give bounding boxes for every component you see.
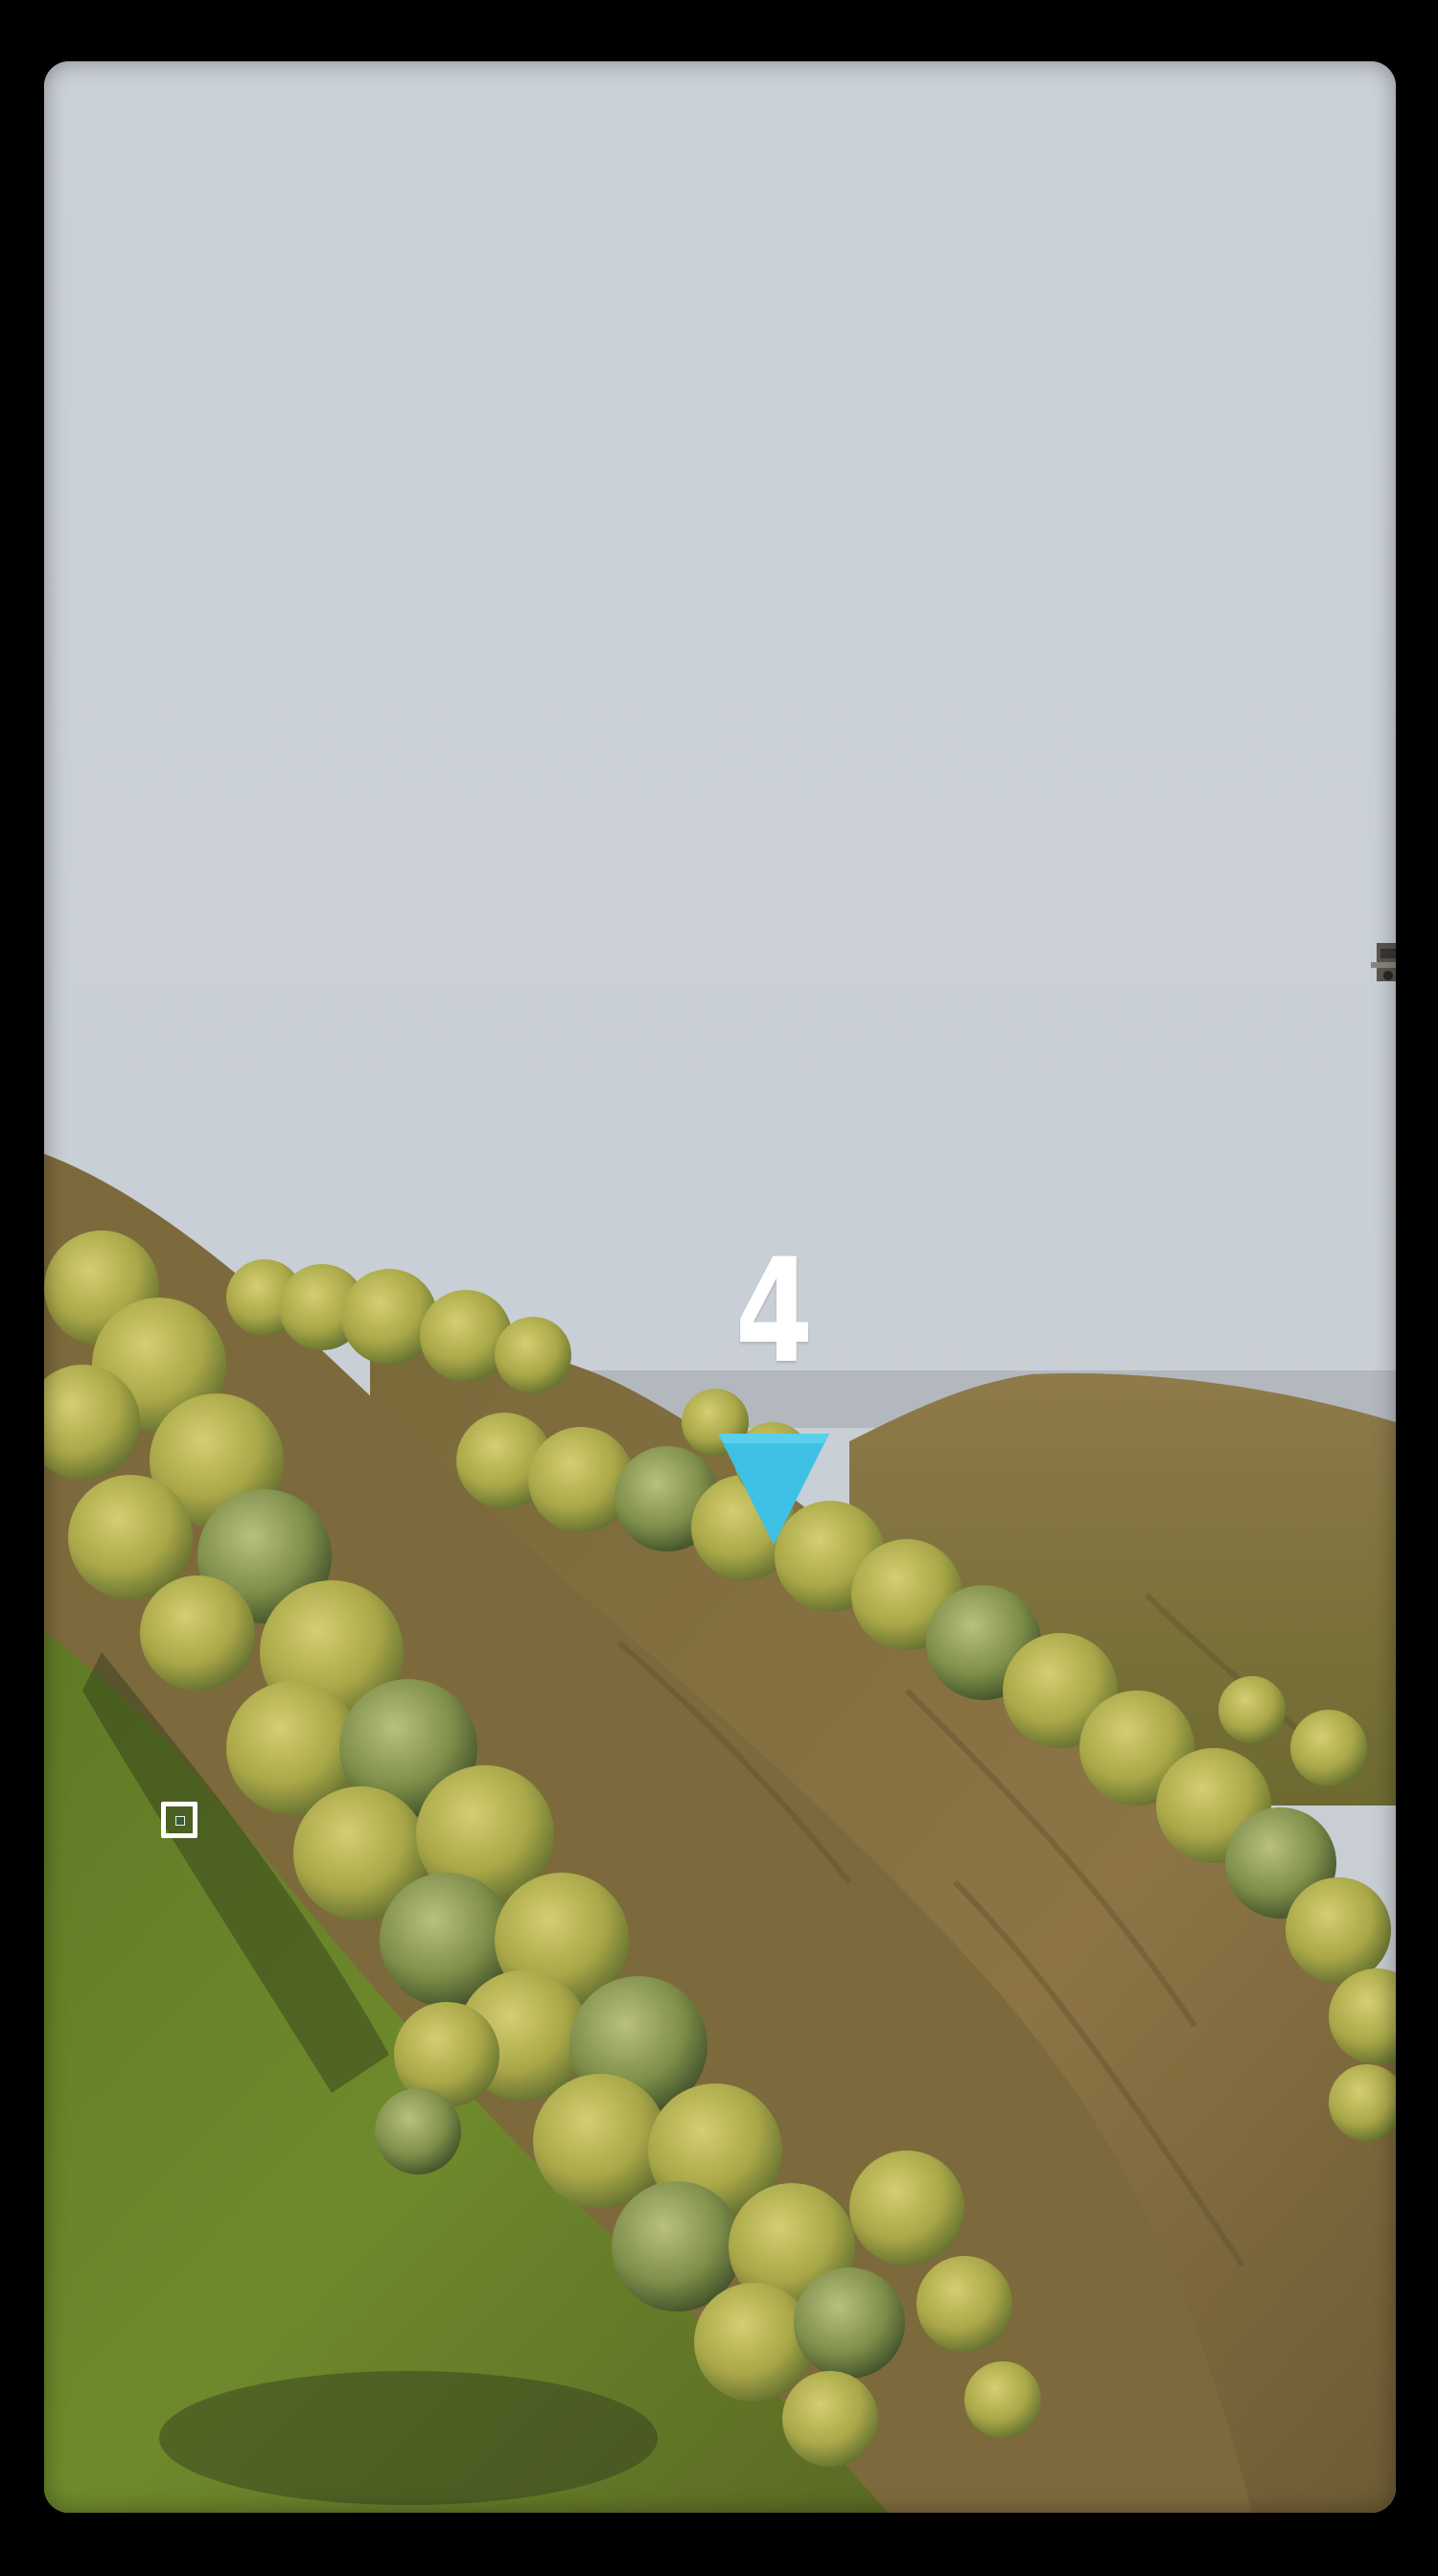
- crosshair-icon: [161, 1802, 197, 1838]
- down-arrow-icon: [718, 1434, 829, 1545]
- reticle-center: [175, 1816, 185, 1826]
- checkpoint-number: 4: [734, 1229, 813, 1395]
- edge-object-icon: [1371, 943, 1396, 981]
- game-viewport[interactable]: 4: [44, 61, 1396, 2513]
- checkpoint-marker: 4: [662, 1240, 883, 1556]
